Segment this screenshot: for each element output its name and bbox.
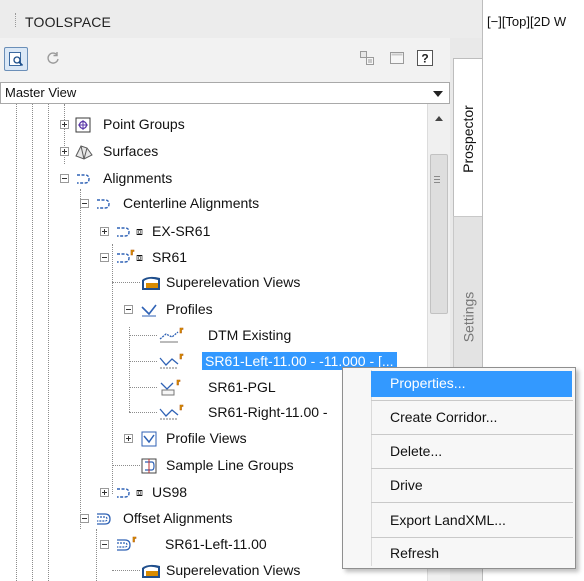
- locked-badge-icon: ⧈: [136, 487, 143, 499]
- toolspace-title: TOOLSPACE: [25, 14, 112, 30]
- tree-item-label: DTM Existing: [208, 327, 292, 343]
- menu-separator: [371, 537, 573, 538]
- drag-grip-icon[interactable]: [15, 13, 18, 27]
- alignment-icon: [94, 195, 114, 213]
- viewport-controls-label[interactable]: [−][Top][2D W: [487, 14, 566, 29]
- tree-item-label: US98: [152, 484, 188, 500]
- tree-item-dtm-existing[interactable]: DTM Existing: [0, 324, 427, 350]
- tab-prospector[interactable]: Prospector: [453, 58, 482, 220]
- svg-text:?: ?: [421, 52, 428, 66]
- alignment-icon: [114, 223, 134, 241]
- toggle-pane-button[interactable]: [386, 47, 408, 69]
- point-groups-icon: [74, 116, 94, 134]
- item-view-button[interactable]: [4, 47, 28, 71]
- tab-settings-label: Settings: [460, 291, 476, 343]
- profile-icon: [158, 327, 184, 345]
- toggle-item-view-button[interactable]: [356, 47, 378, 69]
- tree-item-label: Offset Alignments: [123, 510, 233, 526]
- menu-item-drive[interactable]: Drive: [343, 473, 575, 499]
- profile-view-icon: [140, 430, 160, 448]
- tree-item-label: SR61-Left-11.00: [165, 536, 267, 552]
- menu-item-create-corridor[interactable]: Create Corridor...: [343, 405, 575, 431]
- locked-badge-icon: ⧈: [136, 226, 143, 238]
- menu-separator: [371, 502, 573, 503]
- menu-item-properties[interactable]: Properties...: [371, 371, 572, 397]
- tree-item-label: Alignments: [103, 170, 173, 186]
- profile-icon: [158, 353, 184, 371]
- window-icon: [390, 52, 404, 64]
- tree-item-label: Superelevation Views: [166, 274, 301, 290]
- help-icon: ?: [417, 50, 433, 66]
- tree-item-superelevation-views[interactable]: Superelevation Views: [0, 271, 427, 297]
- offset-alignment-icon: [94, 510, 114, 528]
- sample-line-icon: [140, 457, 160, 475]
- chevron-down-icon: [433, 91, 443, 97]
- context-menu: Properties... Create Corridor... Delete.…: [342, 367, 576, 569]
- tree-item-label: Profile Views: [166, 430, 247, 446]
- menu-item-refresh[interactable]: Refresh: [343, 541, 575, 567]
- panels-icon: [360, 51, 374, 65]
- refresh-icon: [47, 52, 59, 64]
- surfaces-icon: [74, 143, 94, 161]
- profile-icon: [158, 379, 181, 397]
- tree-item-centerline-alignments[interactable]: Centerline Alignments: [0, 192, 427, 218]
- tree-item-label: Sample Line Groups: [166, 457, 294, 473]
- master-view-value: Master View: [5, 85, 77, 100]
- toolspace-title-bar[interactable]: TOOLSPACE: [0, 0, 482, 38]
- tree-item-alignments[interactable]: Alignments: [0, 167, 427, 193]
- menu-separator: [371, 434, 573, 435]
- master-view-dropdown[interactable]: Master View: [0, 82, 450, 104]
- tree-item-label: Surfaces: [103, 143, 159, 159]
- tab-prospector-label: Prospector: [460, 105, 477, 173]
- help-button[interactable]: ?: [414, 47, 436, 69]
- tree-item-label: Profiles: [166, 301, 213, 317]
- tree-item-label: EX-SR61: [152, 223, 211, 239]
- offset-alignment-icon: [114, 536, 137, 554]
- superelevation-icon: [140, 274, 160, 292]
- tree-item-ex-sr61[interactable]: ⧈ EX-SR61: [0, 220, 427, 246]
- menu-item-export-landxml[interactable]: Export LandXML...: [343, 508, 575, 534]
- profile-icon: [158, 404, 184, 422]
- tree-item-label: Point Groups: [103, 116, 185, 132]
- menu-item-delete[interactable]: Delete...: [343, 439, 575, 465]
- tree-item-label: SR61: [152, 249, 188, 265]
- alignment-icon: [114, 484, 134, 502]
- profile-icon: [140, 301, 160, 319]
- toolspace-toolbar: ?: [0, 43, 450, 75]
- menu-separator: [371, 468, 573, 469]
- tree-item-label: SR61-PGL: [208, 379, 276, 395]
- tree-item-sr61[interactable]: ⧈ SR61: [0, 246, 427, 272]
- item-view-icon: [9, 52, 24, 67]
- alignment-icon: [114, 249, 135, 267]
- tree-item-label: Superelevation Views: [166, 562, 301, 578]
- refresh-button[interactable]: [42, 47, 64, 69]
- scroll-up-arrow-icon[interactable]: [435, 116, 443, 121]
- tree-item-surfaces[interactable]: Surfaces: [0, 140, 427, 166]
- tree-item-label: SR61-Right-11.00 -: [208, 404, 328, 420]
- locked-badge-icon: ⧈: [136, 252, 143, 264]
- tree-item-point-groups[interactable]: Point Groups: [0, 113, 427, 139]
- superelevation-icon: [140, 562, 160, 580]
- menu-separator: [371, 400, 573, 401]
- tree-item-label: Centerline Alignments: [123, 195, 260, 211]
- scroll-grip-icon: [434, 176, 440, 185]
- alignment-icon: [74, 170, 94, 188]
- tree-item-profiles[interactable]: Profiles: [0, 298, 427, 324]
